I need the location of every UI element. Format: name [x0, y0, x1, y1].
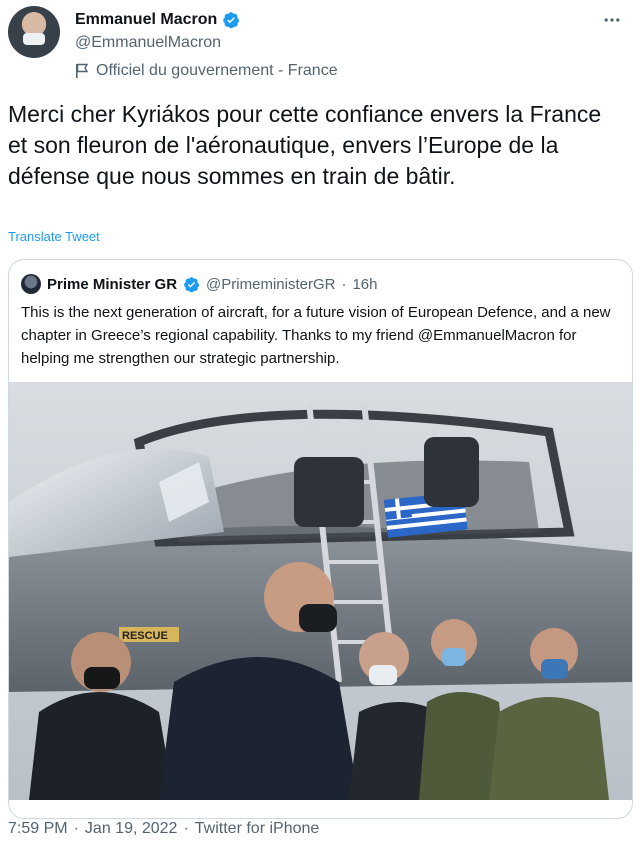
tweet-text: Merci cher Kyriákos pour cette confiance… — [8, 101, 602, 189]
quoted-timestamp: 16h — [352, 275, 378, 293]
author-handle[interactable]: @EmmanuelMacron — [75, 34, 221, 52]
verified-badge-icon — [223, 12, 240, 29]
quoted-separator: · — [341, 275, 347, 293]
quoted-tweet-text: This is the next generation of aircraft,… — [21, 304, 611, 367]
quoted-author-avatar — [21, 274, 41, 294]
tweet-header: Emmanuel Macron @EmmanuelMacron Officiel… — [8, 6, 632, 82]
author-avatar[interactable] — [8, 6, 60, 58]
quoted-tweet-header: Prime Minister GR @PrimeministerGR · 16h — [21, 274, 377, 294]
more-options-icon — [604, 18, 620, 22]
quoted-tweet[interactable]: Prime Minister GR @PrimeministerGR · 16h… — [8, 259, 633, 819]
verified-badge-icon — [184, 276, 200, 292]
more-options-button[interactable] — [600, 8, 624, 32]
government-label-text: Officiel du gouvernement - France — [96, 62, 338, 79]
quoted-author-handle: @PrimeministerGR — [206, 275, 336, 293]
translate-tweet-link[interactable]: Translate Tweet — [8, 229, 100, 244]
author-name-row[interactable]: Emmanuel Macron — [75, 11, 240, 29]
government-flag-icon — [76, 63, 89, 78]
tweet-time[interactable]: 7:59 PM — [8, 820, 68, 838]
tweet-date[interactable]: Jan 19, 2022 — [85, 820, 178, 838]
quoted-tweet-photo[interactable]: RESCUE — [9, 382, 632, 800]
tweet-metadata: 7:59 PM · Jan 19, 2022 · Twitter for iPh… — [8, 820, 319, 838]
tweet-client[interactable]: Twitter for iPhone — [195, 820, 320, 838]
government-label[interactable]: Officiel du gouvernement - France — [75, 62, 338, 80]
svg-text:RESCUE: RESCUE — [122, 630, 168, 642]
footer-separator: · — [183, 820, 189, 837]
quoted-author-name: Prime Minister GR — [47, 275, 178, 293]
footer-separator: · — [73, 820, 79, 837]
author-name[interactable]: Emmanuel Macron — [75, 11, 217, 29]
